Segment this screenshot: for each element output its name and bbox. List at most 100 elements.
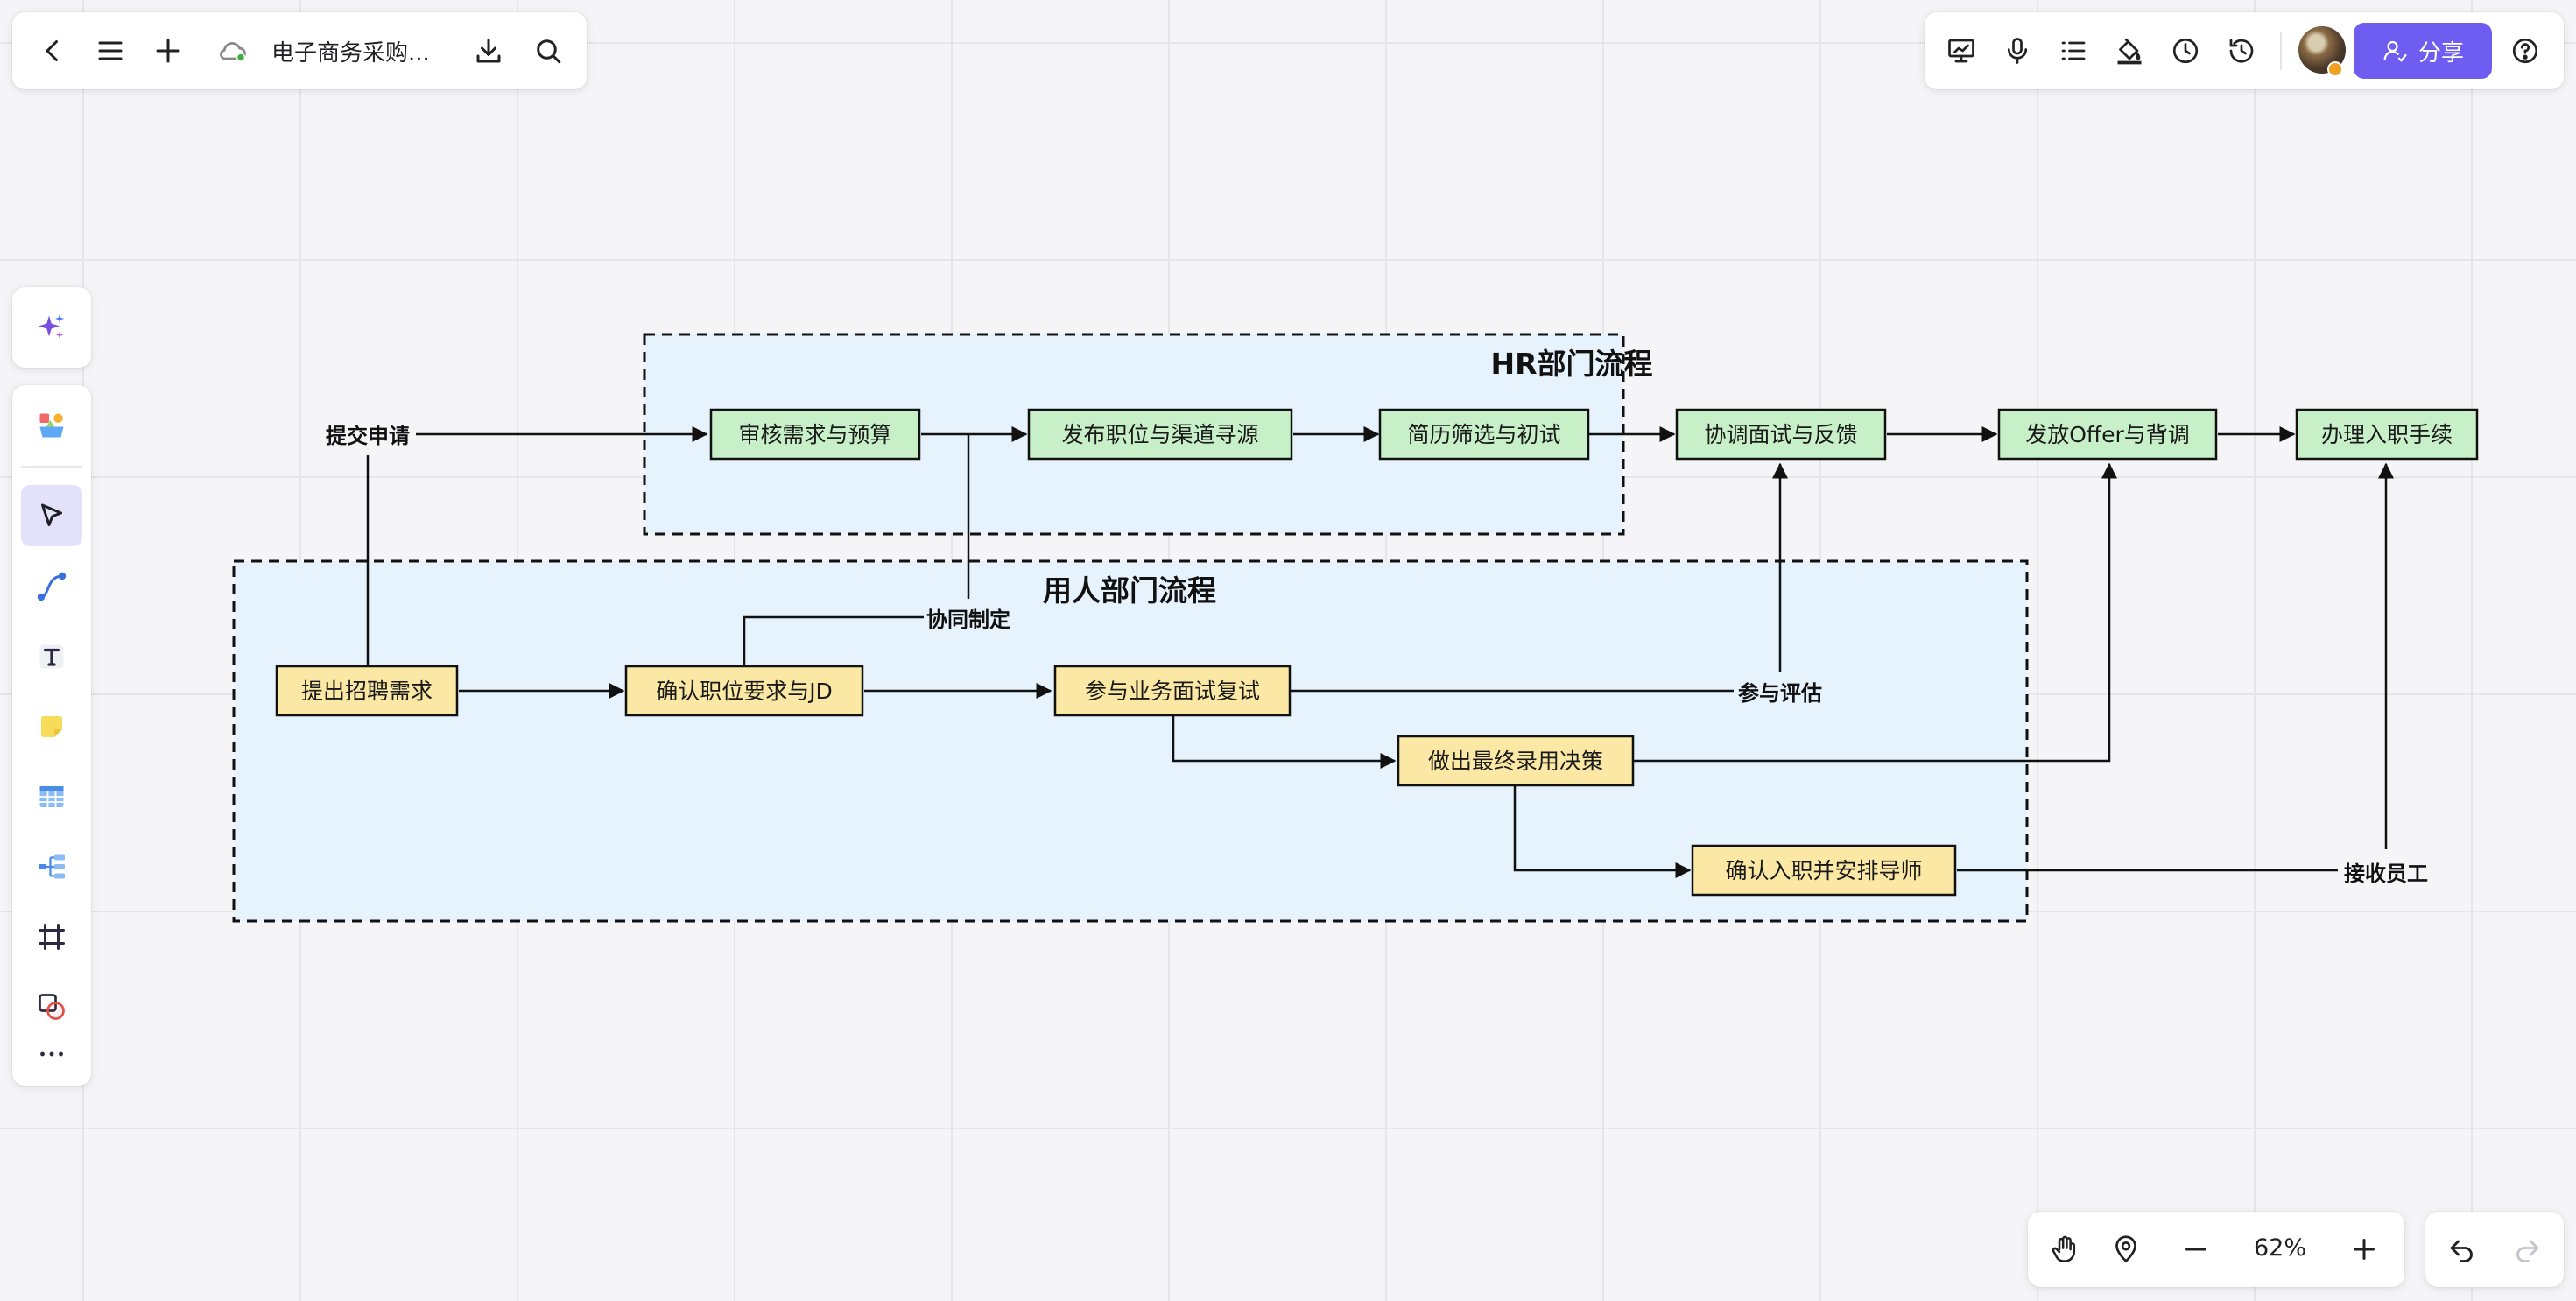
sticky-note-icon xyxy=(41,716,62,737)
text-tool[interactable] xyxy=(27,632,76,681)
undo-icon xyxy=(2450,1240,2473,1262)
undo-redo-toolbar xyxy=(2425,1212,2564,1287)
dept-step-5-label: 确认入职并安排导师 xyxy=(1725,858,1922,883)
connector-curve-icon xyxy=(37,572,67,601)
edge-label-receive: 接收员工 xyxy=(2344,861,2428,886)
clock-button[interactable] xyxy=(2161,26,2210,75)
presentation-button[interactable] xyxy=(1937,26,1986,75)
hr-step-3[interactable]: 简历筛选与初试 xyxy=(1378,408,1590,461)
select-pointer-icon xyxy=(41,503,62,526)
hr-step-1-label: 审核需求与预算 xyxy=(738,422,891,447)
zoom-in-button[interactable] xyxy=(2340,1225,2389,1274)
format-painter-button[interactable] xyxy=(2105,26,2154,75)
history-icon xyxy=(2229,39,2254,63)
select-tool[interactable] xyxy=(21,485,82,546)
hr-step-2-label: 发布职位与渠道寻源 xyxy=(1061,422,1258,447)
hand-pan-button[interactable] xyxy=(2040,1225,2089,1274)
download-button[interactable] xyxy=(464,26,513,75)
dept-group-title: 用人部门流程 xyxy=(1043,573,1216,608)
zoom-in-icon xyxy=(2354,1239,2375,1260)
material-library-icon xyxy=(39,413,64,438)
zoom-level[interactable]: 62% xyxy=(2249,1233,2312,1264)
outline-list-icon xyxy=(2061,41,2086,60)
dept-step-3-label: 参与业务面试复试 xyxy=(1085,679,1260,704)
search-button[interactable] xyxy=(524,26,573,75)
hamburger-icon xyxy=(98,41,123,60)
zoom-out-icon xyxy=(2185,1248,2206,1251)
menu-button[interactable] xyxy=(86,26,135,75)
cloud-status[interactable] xyxy=(208,26,257,75)
top-left-toolbar: 电子商务采购... xyxy=(12,12,587,89)
plus-icon xyxy=(156,39,180,63)
help-button[interactable] xyxy=(2501,26,2550,75)
toolbar-divider xyxy=(2280,32,2282,70)
hr-step-4[interactable]: 协调面试与反馈 xyxy=(1675,408,1887,461)
hr-step-5-label: 发放Offer与背调 xyxy=(2025,422,2190,447)
zoom-toolbar xyxy=(2028,1212,2404,1287)
edge-label-submit: 提交申请 xyxy=(326,424,410,448)
undo-button[interactable] xyxy=(2438,1225,2487,1274)
hr-step-5[interactable]: 发放Offer与背调 xyxy=(1997,408,2218,461)
dept-step-2-label: 确认职位要求与JD xyxy=(656,679,833,704)
share-label: 分享 xyxy=(2418,39,2464,67)
history-button[interactable] xyxy=(2217,26,2266,75)
voice-button[interactable] xyxy=(1993,26,2042,75)
share-button[interactable]: 分享 xyxy=(2354,23,2492,79)
avatar-status-badge xyxy=(2327,61,2343,77)
document-title[interactable]: 电子商务采购... xyxy=(271,35,447,67)
more-tools-button[interactable] xyxy=(27,1033,76,1075)
diagram-canvas[interactable]: HR部门流程 用人部门流程 提交申请 协同制定 参与评估 接收员工 审核需求与预… xyxy=(0,0,2576,1301)
microphone-icon xyxy=(2007,38,2028,64)
dept-step-3[interactable]: 参与业务面试复试 xyxy=(1053,665,1292,717)
table-icon xyxy=(39,786,64,807)
toolbar-divider xyxy=(21,466,82,468)
dept-step-1-label: 提出招聘需求 xyxy=(301,679,433,704)
shape-icon xyxy=(39,994,65,1020)
table-tool[interactable] xyxy=(27,772,76,821)
dept-step-4[interactable]: 做出最终录用决策 xyxy=(1397,735,1635,787)
add-button[interactable] xyxy=(144,26,193,75)
hand-pan-icon xyxy=(2052,1235,2076,1262)
mindmap-icon xyxy=(39,854,65,879)
clock-icon xyxy=(2172,38,2199,64)
zoom-out-button[interactable] xyxy=(2171,1225,2221,1274)
hr-step-3-label: 简历筛选与初试 xyxy=(1407,422,1560,447)
dept-step-1[interactable]: 提出招聘需求 xyxy=(275,665,459,717)
locate-button[interactable] xyxy=(2101,1225,2150,1274)
hr-step-1[interactable]: 审核需求与预算 xyxy=(709,408,921,461)
redo-icon xyxy=(2516,1240,2539,1262)
search-icon xyxy=(537,39,561,64)
edge-label-co-define: 协同制定 xyxy=(926,608,1010,632)
back-button[interactable] xyxy=(28,26,77,75)
dept-step-2[interactable]: 确认职位要求与JD xyxy=(624,665,864,717)
add-collaborator-icon xyxy=(2383,40,2407,62)
sticky-note-tool[interactable] xyxy=(27,702,76,751)
more-icon xyxy=(40,1051,63,1057)
outline-button[interactable] xyxy=(2049,26,2098,75)
edge-label-evaluate: 参与评估 xyxy=(1738,681,1822,706)
chevron-left-icon xyxy=(46,40,58,61)
hr-step-4-label: 协调面试与反馈 xyxy=(1704,422,1857,447)
location-pin-icon xyxy=(2115,1235,2136,1263)
format-painter-icon xyxy=(2117,38,2142,65)
help-circle-icon xyxy=(2512,38,2538,64)
shape-tool[interactable] xyxy=(27,982,76,1031)
frame-icon xyxy=(39,924,65,950)
mindmap-tool[interactable] xyxy=(27,842,76,891)
cloud-synced-icon xyxy=(220,42,246,62)
redo-button[interactable] xyxy=(2502,1225,2551,1274)
ai-tool-panel xyxy=(12,287,91,368)
presentation-icon xyxy=(1948,39,1974,63)
dept-step-5[interactable]: 确认入职并安排导师 xyxy=(1691,844,1957,897)
ai-assistant-button[interactable] xyxy=(27,303,76,352)
hr-step-6[interactable]: 办理入职手续 xyxy=(2295,408,2479,461)
ai-sparkle-icon xyxy=(39,314,65,339)
dept-step-4-label: 做出最终录用决策 xyxy=(1428,749,1603,774)
left-toolbar xyxy=(12,385,91,1086)
connector-tool[interactable] xyxy=(27,562,76,611)
hr-group-title: HR部门流程 xyxy=(1490,347,1652,381)
material-library-button[interactable] xyxy=(27,401,76,450)
frame-tool[interactable] xyxy=(27,912,76,961)
text-tool-icon xyxy=(39,644,64,669)
hr-step-2[interactable]: 发布职位与渠道寻源 xyxy=(1027,408,1293,461)
